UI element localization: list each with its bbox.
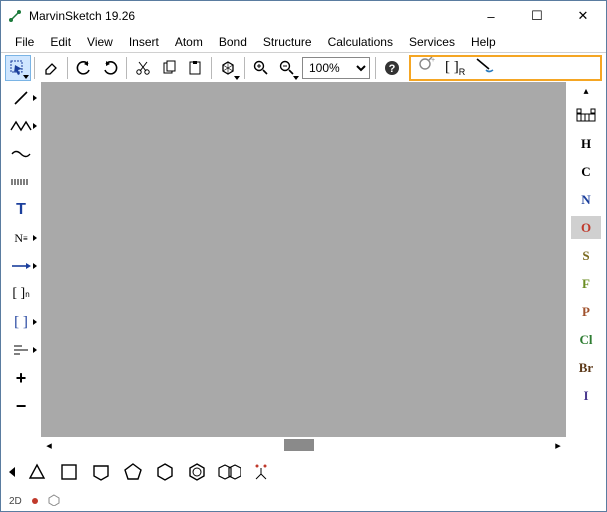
fused-ring-button[interactable] xyxy=(217,460,241,484)
right-toolbar: ▴ H C N O S F P Cl Br I xyxy=(566,82,606,461)
periodic-table-button[interactable] xyxy=(569,103,603,127)
menu-view[interactable]: View xyxy=(79,33,121,51)
highlighted-toolbar-section: + [ ]R xyxy=(409,55,602,81)
window-title: MarvinSketch 19.26 xyxy=(29,9,135,23)
main-toolbar: 100% ? + [ ]R xyxy=(1,52,606,82)
element-o[interactable]: O xyxy=(571,216,601,239)
cyclopropane-button[interactable] xyxy=(25,460,49,484)
scroll-left-button[interactable]: ◂ xyxy=(41,437,57,453)
zoom-select[interactable]: 100% xyxy=(302,57,370,79)
undo-button[interactable] xyxy=(71,55,97,81)
minimize-button[interactable]: – xyxy=(468,1,514,31)
element-p[interactable]: P xyxy=(571,300,601,323)
status-dot-icon xyxy=(32,498,38,504)
menu-services[interactable]: Services xyxy=(401,33,463,51)
separator xyxy=(67,57,68,79)
element-cl[interactable]: Cl xyxy=(571,328,601,351)
name-tool[interactable]: N≡ xyxy=(4,226,38,250)
menu-bar: File Edit View Insert Atom Bond Structur… xyxy=(1,31,606,52)
separator xyxy=(375,57,376,79)
minus-tool[interactable]: − xyxy=(4,394,38,418)
window-controls: – ☐ ✕ xyxy=(468,1,606,31)
group-tool-3-icon[interactable] xyxy=(475,56,495,79)
element-c[interactable]: C xyxy=(571,160,601,183)
cyclopentane-alt-button[interactable] xyxy=(89,460,113,484)
paste-button[interactable] xyxy=(182,55,208,81)
horizontal-scrollbar[interactable]: ◂ ▸ xyxy=(41,437,566,453)
element-s[interactable]: S xyxy=(571,244,601,267)
title-bar: MarvinSketch 19.26 – ☐ ✕ xyxy=(1,1,606,31)
close-button[interactable]: ✕ xyxy=(560,1,606,31)
scrollbar-thumb[interactable] xyxy=(284,439,314,451)
menu-calculations[interactable]: Calculations xyxy=(320,33,401,51)
text-tool[interactable]: T xyxy=(4,198,38,222)
app-icon xyxy=(7,8,23,24)
select-tool-button[interactable] xyxy=(5,55,31,81)
status-extra-icon xyxy=(48,494,60,509)
zoom-out-button[interactable] xyxy=(274,55,300,81)
group-tool-1-icon[interactable]: + xyxy=(417,56,435,79)
cyclopentane-button[interactable] xyxy=(121,460,145,484)
element-f[interactable]: F xyxy=(571,272,601,295)
element-i[interactable]: I xyxy=(571,384,601,407)
menu-structure[interactable]: Structure xyxy=(255,33,320,51)
benzene-button[interactable] xyxy=(185,460,209,484)
cut-button[interactable] xyxy=(130,55,156,81)
status-mode: 2D xyxy=(9,496,22,507)
status-bar: 2D xyxy=(1,491,606,511)
svg-text:?: ? xyxy=(389,63,396,75)
chain-tool[interactable] xyxy=(4,114,38,138)
zoom-in-button[interactable] xyxy=(248,55,274,81)
arrow-tool[interactable] xyxy=(4,254,38,278)
wave-bond-tool[interactable] xyxy=(4,142,38,166)
bond-tool[interactable] xyxy=(4,86,38,110)
menu-insert[interactable]: Insert xyxy=(121,33,167,51)
menu-edit[interactable]: Edit xyxy=(42,33,79,51)
menu-help[interactable]: Help xyxy=(463,33,504,51)
cyclohexane-button[interactable] xyxy=(153,460,177,484)
menu-bond[interactable]: Bond xyxy=(211,33,255,51)
maximize-button[interactable]: ☐ xyxy=(514,1,560,31)
erase-button[interactable] xyxy=(38,55,64,81)
left-toolbar: T N≡ [ ]n [ ] + − xyxy=(1,82,41,461)
help-button[interactable]: ? xyxy=(379,55,405,81)
redo-button[interactable] xyxy=(97,55,123,81)
separator xyxy=(244,57,245,79)
scroll-right-button[interactable]: ▸ xyxy=(550,437,566,453)
element-h[interactable]: H xyxy=(571,132,601,155)
element-n[interactable]: N xyxy=(571,188,601,211)
separator xyxy=(126,57,127,79)
scroll-up-button[interactable]: ▴ xyxy=(579,84,593,98)
radical-button[interactable] xyxy=(249,460,273,484)
bottom-toolbar xyxy=(1,453,606,491)
group-tool-2-icon[interactable]: [ ]R xyxy=(445,59,465,77)
copy-button[interactable] xyxy=(156,55,182,81)
scrollbar-track[interactable] xyxy=(57,437,550,453)
svg-text:+: + xyxy=(431,57,435,64)
clean-button[interactable] xyxy=(215,55,241,81)
separator xyxy=(211,57,212,79)
plus-tool[interactable]: + xyxy=(4,366,38,390)
toolbar-expand-icon[interactable] xyxy=(9,467,15,477)
cyclobutane-button[interactable] xyxy=(57,460,81,484)
separator xyxy=(34,57,35,79)
bracket-n-tool[interactable]: [ ]n xyxy=(4,282,38,306)
tick-bond-tool[interactable] xyxy=(4,170,38,194)
bracket-tool[interactable]: [ ] xyxy=(4,310,38,334)
element-br[interactable]: Br xyxy=(571,356,601,379)
drawing-canvas[interactable] xyxy=(41,82,566,437)
menu-atom[interactable]: Atom xyxy=(167,33,211,51)
align-tool[interactable] xyxy=(4,338,38,362)
menu-file[interactable]: File xyxy=(7,33,42,51)
